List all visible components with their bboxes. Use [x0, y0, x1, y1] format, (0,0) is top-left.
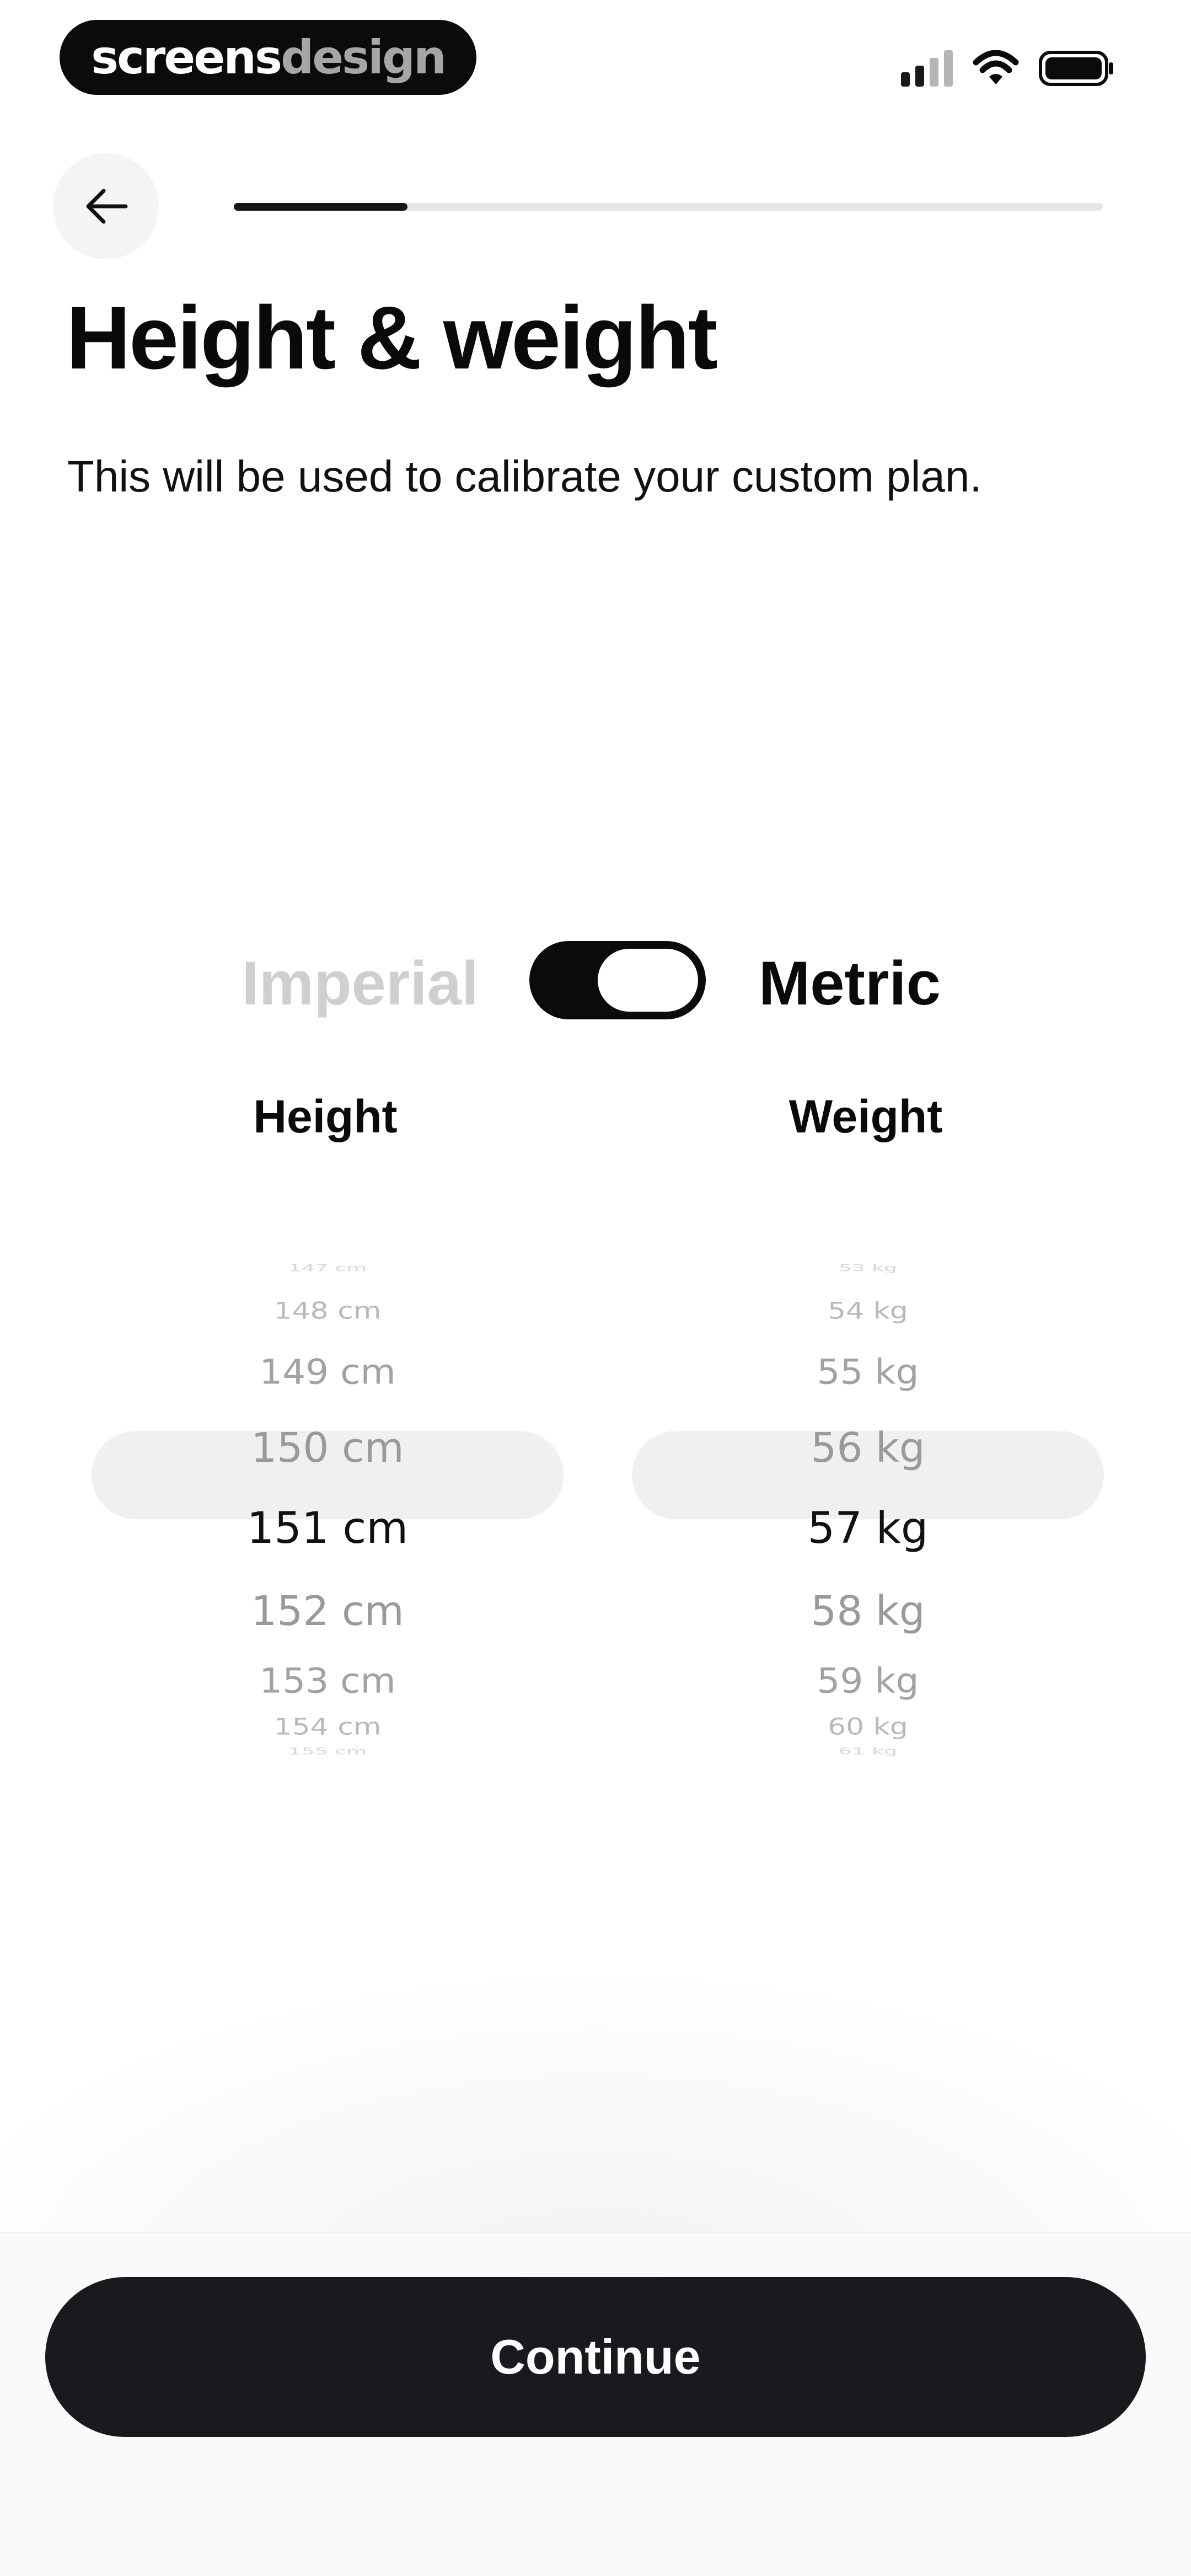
weight-option[interactable]: 60 kg [632, 1715, 1104, 1739]
weight-column-header: Weight [788, 1091, 943, 1142]
weight-picker[interactable]: 53 kg 54 kg 55 kg 56 kg 57 kg 58 kg 59 k… [632, 1225, 1104, 1756]
page-subtitle: This will be used to calibrate your cust… [67, 452, 982, 501]
brand-text-secondary: design [281, 30, 447, 84]
weight-option[interactable]: 58 kg [632, 1591, 1104, 1632]
weight-option-selected[interactable]: 57 kg [632, 1507, 1104, 1550]
height-option[interactable]: 153 cm [92, 1664, 564, 1698]
progress-bar [234, 203, 1103, 211]
weight-option[interactable]: 59 kg [632, 1664, 1104, 1698]
imperial-label[interactable]: Imperial [242, 948, 479, 1019]
unit-switch-knob [598, 949, 698, 1012]
progress-bar-fill [234, 203, 408, 211]
height-option[interactable]: 154 cm [92, 1715, 564, 1739]
height-option[interactable]: 155 cm [92, 1746, 564, 1756]
height-option[interactable]: 147 cm [92, 1263, 564, 1273]
wifi-icon [973, 50, 1019, 84]
weight-option[interactable]: 54 kg [632, 1300, 1104, 1323]
unit-toggle-row: Imperial Metric [0, 938, 1191, 1026]
height-column-header: Height [253, 1091, 398, 1142]
continue-button[interactable]: Continue [45, 2277, 1146, 2437]
weight-option[interactable]: 61 kg [632, 1746, 1104, 1756]
height-option[interactable]: 148 cm [92, 1300, 564, 1323]
metric-label[interactable]: Metric [759, 948, 941, 1019]
cellular-signal-icon [901, 50, 953, 87]
status-icons [901, 46, 1115, 90]
brand-text-primary: screens [91, 30, 282, 84]
height-option[interactable]: 152 cm [92, 1591, 564, 1632]
back-button[interactable] [53, 153, 159, 259]
page-title: Height & weight [66, 288, 718, 388]
weight-option[interactable]: 55 kg [632, 1355, 1104, 1389]
weight-option[interactable]: 56 kg [632, 1428, 1104, 1468]
height-option-selected[interactable]: 151 cm [92, 1507, 564, 1550]
screen: screens design Height & weight This will … [0, 0, 1191, 2576]
weight-option[interactable]: 53 kg [632, 1263, 1104, 1273]
brand-badge: screens design [60, 20, 476, 95]
arrow-left-icon [86, 189, 128, 224]
unit-switch[interactable] [529, 941, 706, 1019]
battery-icon [1039, 51, 1113, 86]
height-picker[interactable]: 147 cm 148 cm 149 cm 150 cm 151 cm 152 c… [92, 1225, 564, 1756]
height-option[interactable]: 149 cm [92, 1355, 564, 1389]
height-option[interactable]: 150 cm [92, 1428, 564, 1468]
